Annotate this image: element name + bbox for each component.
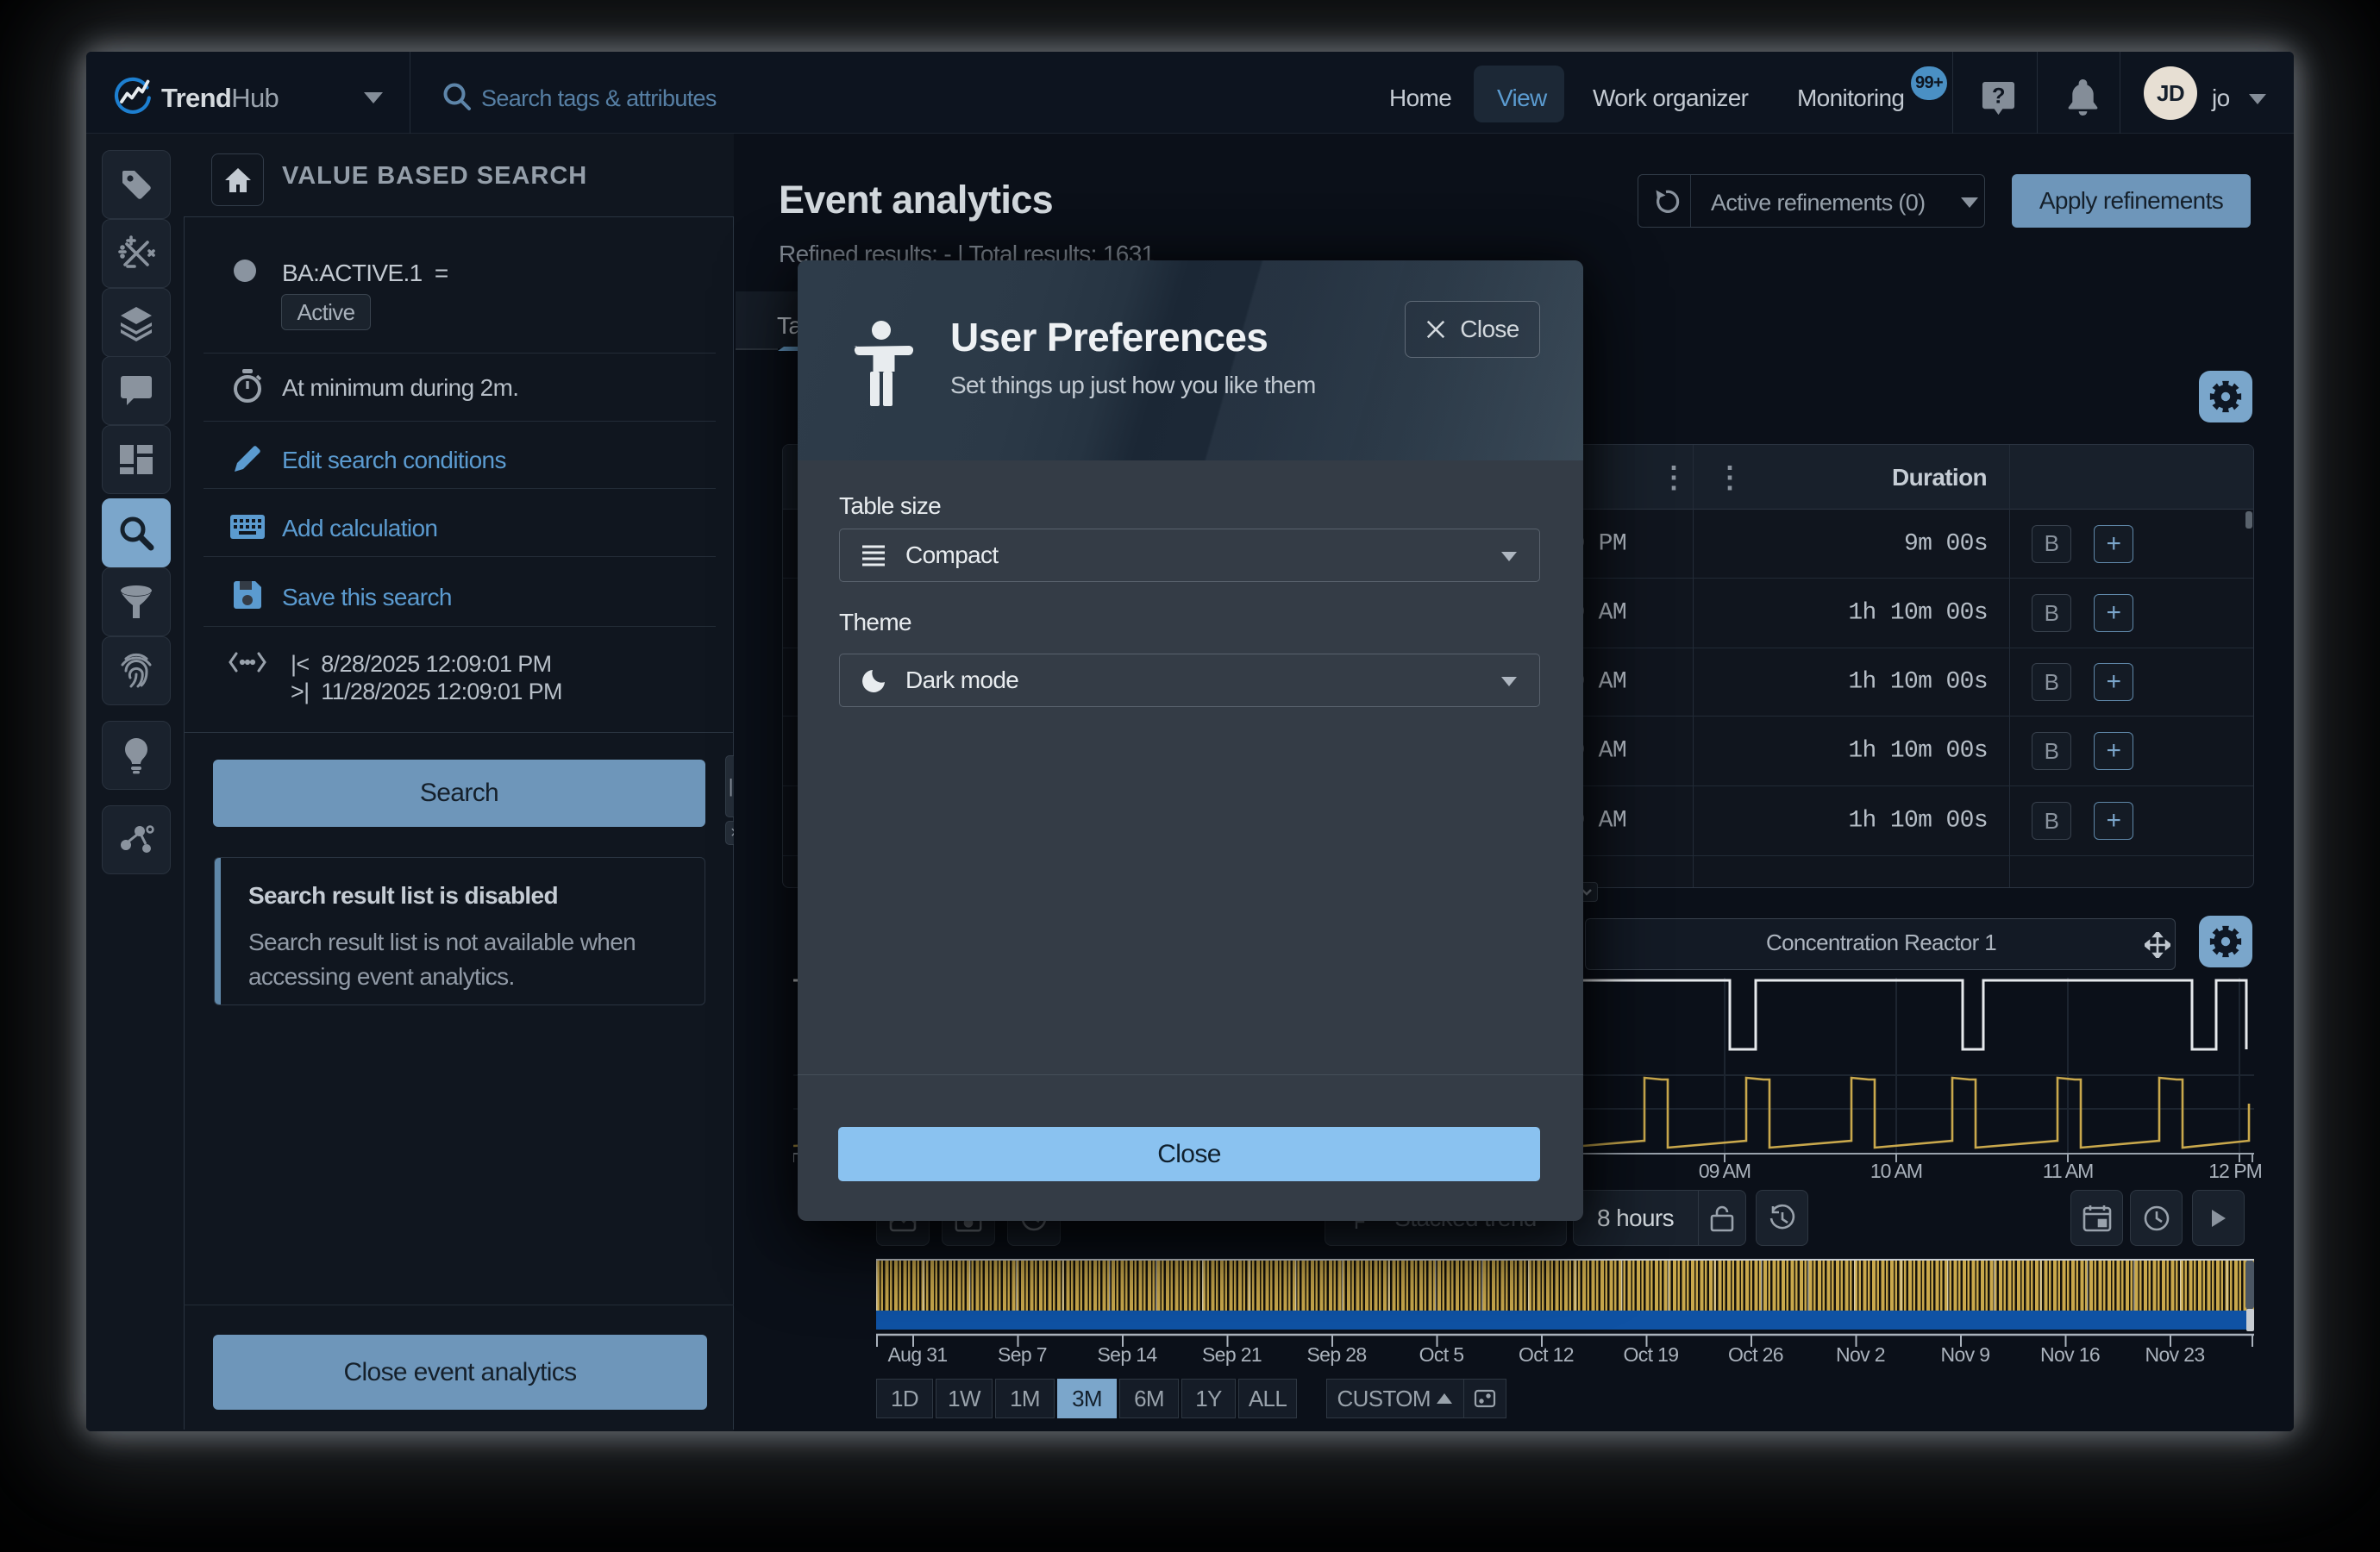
svg-text:09 AM: 09 AM [1699, 1160, 1751, 1182]
svg-text:11 AM: 11 AM [2043, 1160, 2094, 1182]
svg-text:12 PM: 12 PM [2208, 1160, 2261, 1182]
svg-text:10 AM: 10 AM [1870, 1160, 1922, 1182]
